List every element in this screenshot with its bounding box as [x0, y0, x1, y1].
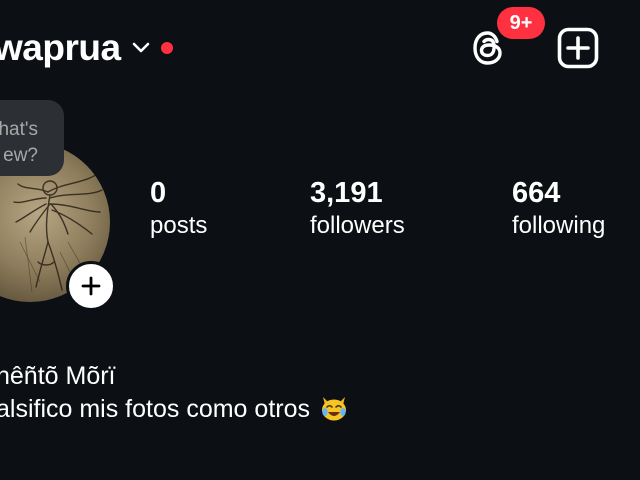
bio-text-line: alsifico mis fotos como otros — [0, 393, 349, 426]
display-name: hêñtõ Mõrï — [0, 362, 116, 390]
note-text-line-2: ew? — [3, 145, 38, 166]
followers-label: followers — [310, 212, 405, 239]
threads-notification-badge: 9+ — [497, 7, 545, 39]
plus-icon — [81, 276, 101, 296]
note-text-line-1: hat's — [0, 119, 38, 140]
posts-stat[interactable]: 0 posts — [150, 176, 207, 242]
followers-stat[interactable]: 3,191 followers — [310, 176, 405, 242]
add-story-button[interactable] — [66, 261, 116, 311]
plus-square-icon — [557, 27, 599, 69]
username[interactable]: waprua — [0, 27, 121, 69]
crying-laughing-cat-emoji — [319, 393, 349, 423]
following-label: following — [512, 212, 606, 239]
followers-count: 3,191 — [310, 177, 383, 209]
following-count: 664 — [512, 177, 561, 209]
profile-screen: waprua 9+ hat's ew? 0 posts 3,191 follow… — [0, 0, 640, 480]
following-stat[interactable]: 664 following — [512, 176, 605, 242]
create-post-button[interactable] — [555, 25, 601, 71]
unread-dot — [160, 42, 173, 54]
account-switcher[interactable]: waprua — [0, 24, 173, 72]
chevron-down-icon[interactable] — [131, 38, 151, 58]
note-bubble[interactable]: hat's ew? — [0, 100, 64, 176]
profile-bio: hêñtõ Mõrï alsifico mis fotos como otros — [0, 360, 349, 426]
posts-count: 0 — [150, 177, 167, 209]
bio-text: alsifico mis fotos como otros — [0, 395, 310, 423]
posts-label: posts — [150, 212, 208, 239]
